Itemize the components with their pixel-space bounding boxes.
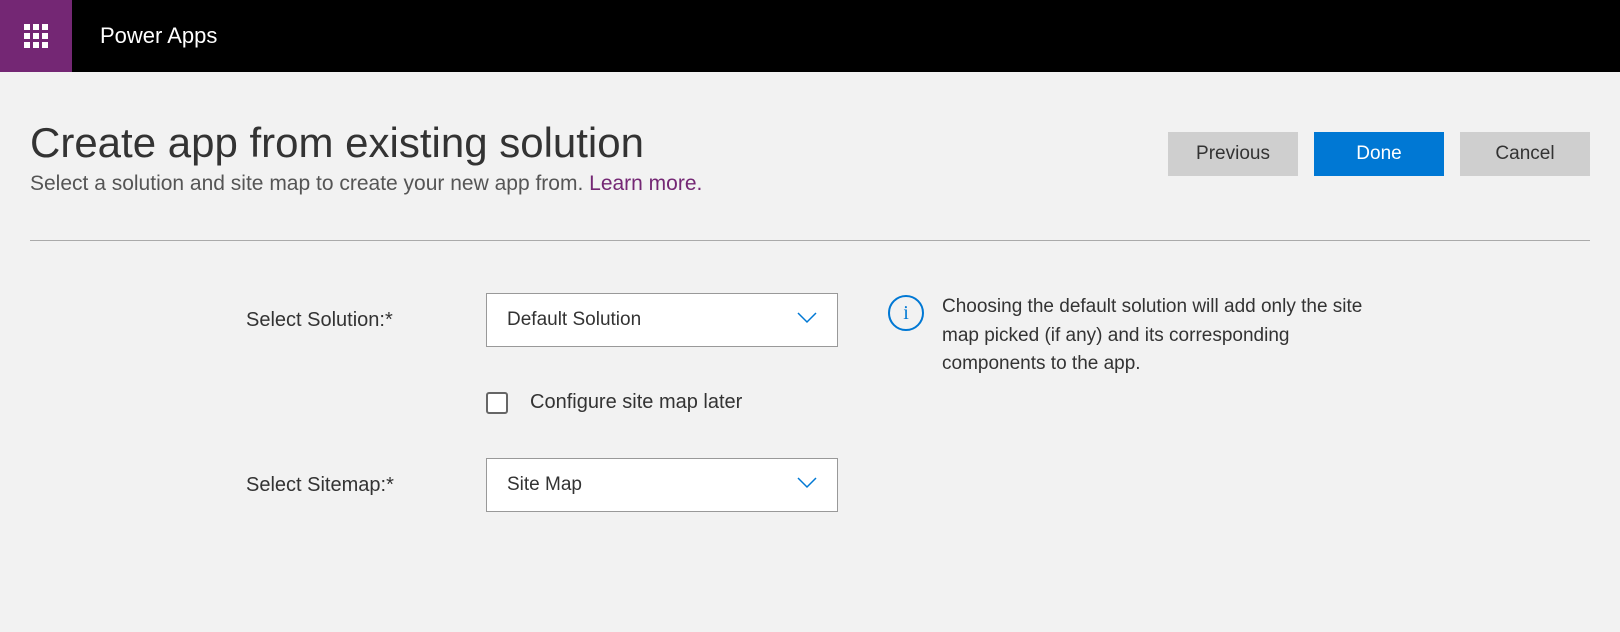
solution-select[interactable]: Default Solution bbox=[486, 293, 838, 347]
action-buttons: Previous Done Cancel bbox=[1168, 132, 1590, 176]
info-text: Choosing the default solution will add o… bbox=[942, 293, 1388, 379]
subtitle-text: Select a solution and site map to create… bbox=[30, 172, 589, 195]
sitemap-select-value: Site Map bbox=[507, 474, 582, 496]
page-title: Create app from existing solution bbox=[30, 120, 1168, 166]
title-row: Create app from existing solution Select… bbox=[30, 120, 1590, 196]
main-content: Create app from existing solution Select… bbox=[0, 72, 1620, 512]
configure-later-row: Configure site map later bbox=[486, 391, 838, 414]
page-subtitle: Select a solution and site map to create… bbox=[30, 172, 1168, 196]
learn-more-link[interactable]: Learn more. bbox=[589, 172, 702, 195]
done-button[interactable]: Done bbox=[1314, 132, 1444, 176]
app-header: Power Apps bbox=[0, 0, 1620, 72]
sitemap-label: Select Sitemap:* bbox=[246, 474, 416, 497]
configure-later-label: Configure site map later bbox=[530, 391, 742, 414]
info-block: i Choosing the default solution will add… bbox=[888, 293, 1388, 379]
solution-select-value: Default Solution bbox=[507, 309, 641, 331]
sitemap-field-row: Select Sitemap:* Site Map bbox=[246, 458, 838, 512]
solution-label: Select Solution:* bbox=[246, 309, 416, 332]
sitemap-select[interactable]: Site Map bbox=[486, 458, 838, 512]
title-block: Create app from existing solution Select… bbox=[30, 120, 1168, 196]
configure-later-checkbox[interactable] bbox=[486, 392, 508, 414]
app-title: Power Apps bbox=[100, 23, 217, 49]
app-launcher-button[interactable] bbox=[0, 0, 72, 72]
form-area: Select Solution:* Default Solution Confi… bbox=[30, 293, 1590, 512]
solution-field-row: Select Solution:* Default Solution bbox=[246, 293, 838, 347]
form-fields: Select Solution:* Default Solution Confi… bbox=[246, 293, 838, 512]
chevron-down-icon bbox=[797, 311, 817, 329]
divider bbox=[30, 240, 1590, 241]
waffle-icon bbox=[24, 24, 48, 48]
previous-button[interactable]: Previous bbox=[1168, 132, 1298, 176]
info-icon: i bbox=[888, 295, 924, 331]
chevron-down-icon bbox=[797, 476, 817, 494]
cancel-button[interactable]: Cancel bbox=[1460, 132, 1590, 176]
